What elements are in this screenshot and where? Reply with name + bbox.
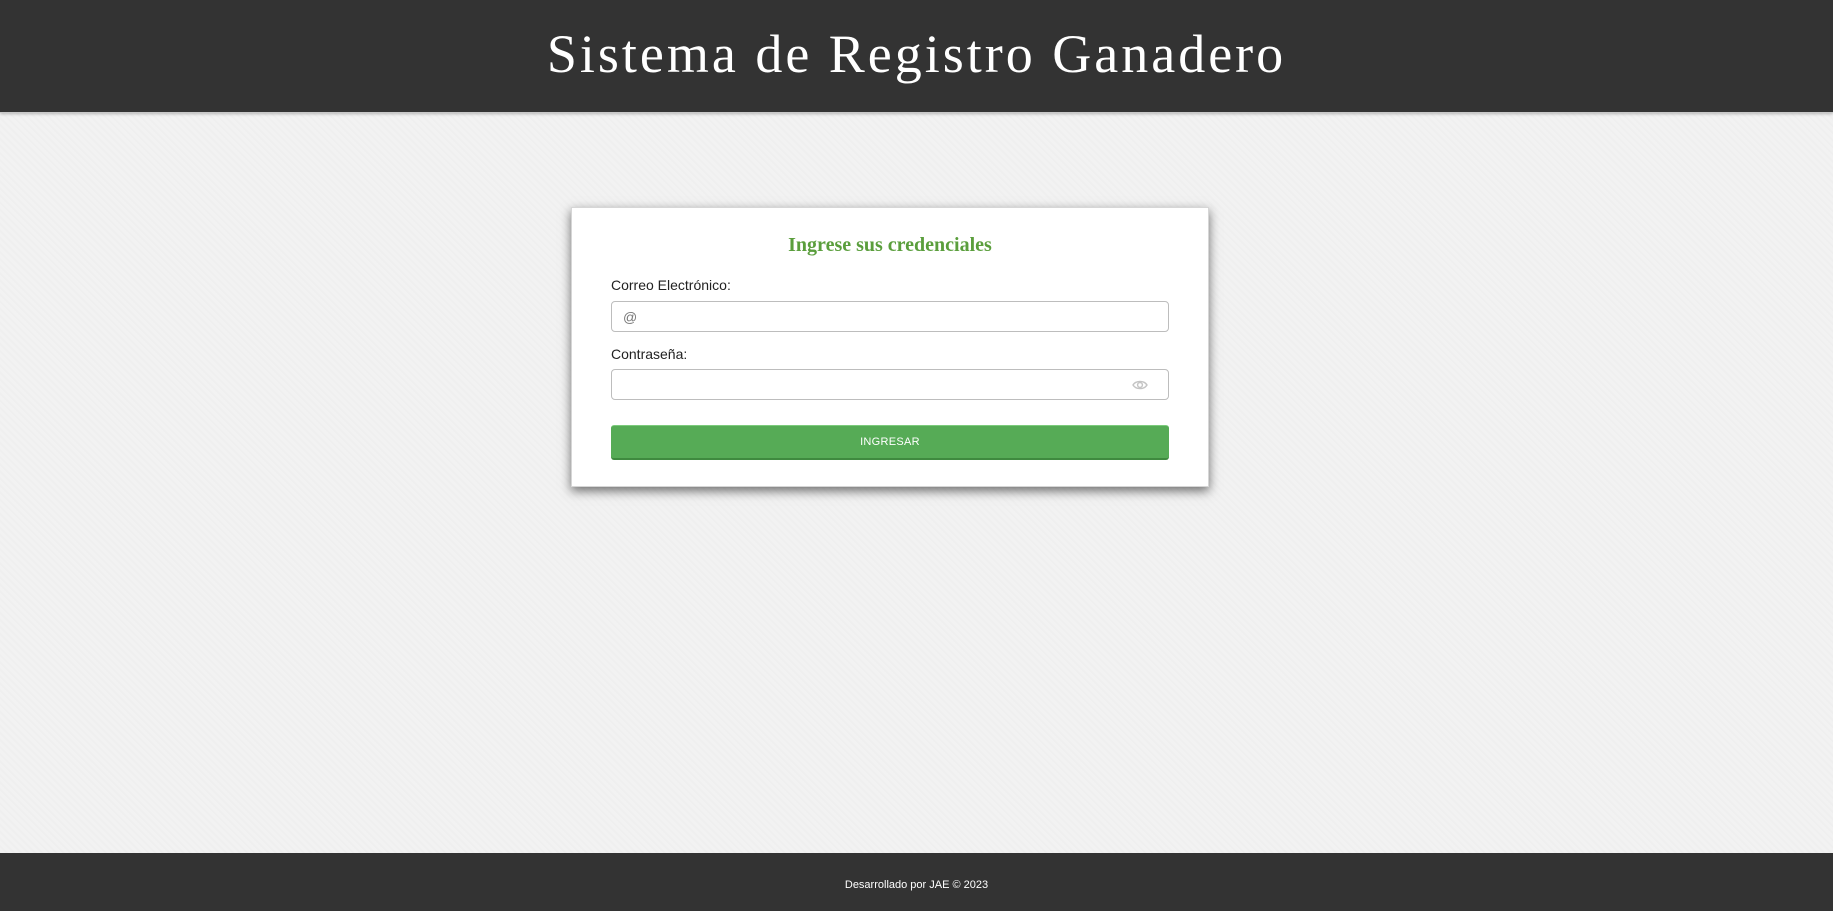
password-label: Contraseña: <box>611 346 688 362</box>
login-button[interactable]: INGRESAR <box>611 425 1169 460</box>
eye-icon[interactable] <box>1132 378 1148 392</box>
password-field-wrapper <box>611 369 1169 400</box>
email-input[interactable] <box>612 302 1168 331</box>
email-label: Correo Electrónico: <box>611 277 731 293</box>
site-title: Sistema de Registro Ganadero <box>546 24 1287 84</box>
login-card: Ingrese sus credenciales Correo Electrón… <box>571 207 1209 487</box>
site-footer: Desarrollado por JAE © 2023 <box>0 853 1833 911</box>
email-field-wrapper <box>611 301 1169 332</box>
password-input[interactable] <box>612 370 1168 399</box>
footer-credit: Desarrollado por JAE © 2023 <box>844 879 989 891</box>
site-header: Sistema de Registro Ganadero <box>0 0 1833 113</box>
login-heading: Ingrese sus credenciales <box>788 234 992 256</box>
